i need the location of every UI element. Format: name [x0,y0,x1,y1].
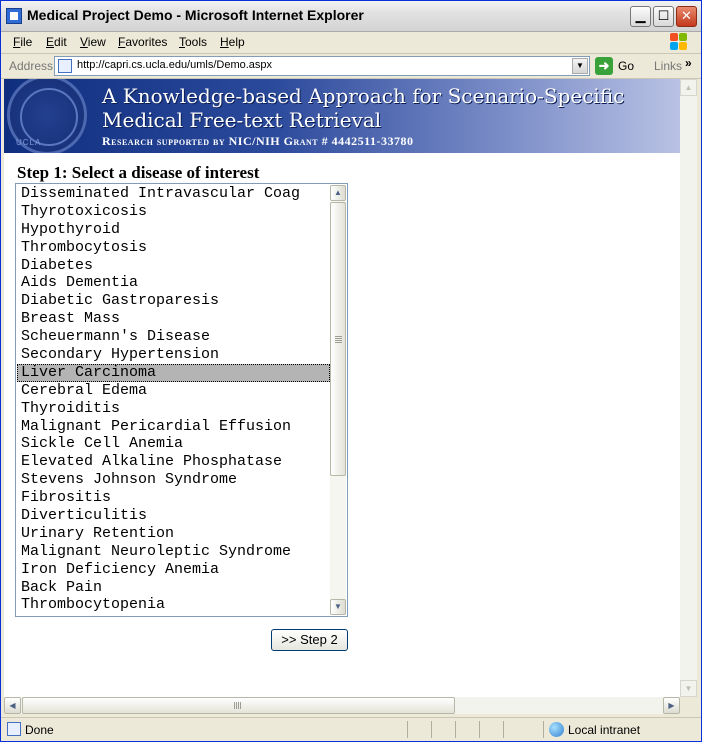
chevron-down-icon: ▼ [684,684,693,693]
status-divider [407,721,408,738]
address-input[interactable]: http://capri.cs.ucla.edu/umls/Demo.aspx … [54,56,590,76]
minimize-icon: ▁ [635,9,646,24]
disease-listbox[interactable]: Disseminated Intravascular Coag Thyrotoxi… [15,183,348,617]
window-title: Medical Project Demo - Microsoft Interne… [27,7,364,23]
title-bar: Medical Project Demo - Microsoft Interne… [1,1,701,32]
horizontal-scroll-thumb[interactable] [22,697,455,714]
disease-option[interactable]: Thrombocytopenia [17,596,330,614]
disease-option[interactable]: Disseminated Intravascular Coag [17,185,330,203]
close-button[interactable]: ✕ [676,6,697,27]
disease-option[interactable]: Diverticulitis [17,507,330,525]
banner-title-line2: Medical Free-text Retrieval [102,108,382,132]
security-zone: Local intranet [568,723,641,737]
disease-option[interactable]: Scheuermann's Disease [17,328,330,346]
menu-bar: File Edit View Favorites Tools Help [1,31,701,54]
disease-option[interactable]: Thyroiditis [17,400,330,418]
status-divider [479,721,480,738]
disease-option[interactable]: Malignant Pericardial Effusion [17,418,330,436]
page-scroll-down-button[interactable]: ▼ [680,680,697,697]
chevron-up-icon: ▲ [334,188,342,197]
grip-icon [234,702,242,709]
banner-title-line1: A Knowledge-based Approach for Scenario-… [102,84,625,108]
header-banner: UCLA A Knowledge-based Approach for Scen… [4,79,680,153]
go-arrow-icon: ➜ [595,57,613,75]
page-scroll-right-button[interactable]: ▶ [663,697,680,714]
disease-option[interactable]: Secondary Hypertension [17,346,330,364]
disease-options: Disseminated Intravascular Coag Thyrotoxi… [17,185,330,614]
windows-logo-icon [669,32,689,52]
menu-file[interactable]: File [13,35,32,49]
disease-option[interactable]: Liver Carcinoma [17,363,330,382]
grip-icon [335,336,342,344]
address-label: Address [9,59,54,73]
listbox-scroll-thumb[interactable] [330,202,346,476]
menu-edit[interactable]: Edit [46,35,67,49]
links-chevron-icon[interactable]: » [685,56,692,70]
scrollbar-corner [680,697,697,714]
listbox-scrollbar[interactable]: ▲ ▼ [330,185,346,615]
status-bar: Done Local intranet [1,717,701,742]
disease-option[interactable]: Fibrositis [17,489,330,507]
page-done-icon [7,722,21,736]
menu-favorites[interactable]: Favorites [118,35,167,49]
page-content: UCLA A Knowledge-based Approach for Scen… [4,79,680,697]
disease-option[interactable]: Breast Mass [17,310,330,328]
menu-help[interactable]: Help [220,35,245,49]
status-divider [431,721,432,738]
globe-icon [549,722,564,737]
chevron-down-icon: ▼ [334,602,342,611]
disease-option[interactable]: Stevens Johnson Syndrome [17,471,330,489]
address-url: http://capri.cs.ucla.edu/umls/Demo.aspx [77,59,273,71]
seal-text: UCLA [16,138,42,147]
step2-button[interactable]: >> Step 2 [271,629,348,651]
page-icon [58,59,72,73]
disease-option[interactable]: Urinary Retention [17,525,330,543]
disease-option[interactable]: Diabetes [17,257,330,275]
page-scroll-up-button[interactable]: ▲ [680,79,697,96]
banner-subtitle: Research supported by NIC/NIH Grant # 44… [102,134,414,148]
close-icon: ✕ [681,9,692,24]
status-text: Done [25,723,54,737]
disease-option[interactable]: Thrombocytosis [17,239,330,257]
ie-page-icon [6,8,22,24]
page-horizontal-scrollbar[interactable]: ◀ ▶ [4,697,680,714]
status-divider [503,721,504,738]
go-label: Go [618,59,635,73]
chevron-down-icon: ▼ [576,61,584,70]
step1-heading: Step 1: Select a disease of interest [17,163,260,182]
ucla-seal-logo: UCLA [7,79,87,153]
listbox-scroll-down-button[interactable]: ▼ [330,599,346,615]
disease-option[interactable]: Thyrotoxicosis [17,203,330,221]
address-dropdown-button[interactable]: ▼ [572,58,588,74]
status-divider [543,721,544,738]
disease-option[interactable]: Elevated Alkaline Phosphatase [17,453,330,471]
chevron-left-icon: ◀ [9,701,16,710]
disease-option[interactable]: Iron Deficiency Anemia [17,561,330,579]
disease-option[interactable]: Sickle Cell Anemia [17,435,330,453]
disease-option[interactable]: Diabetic Gastroparesis [17,292,330,310]
links-toolbar[interactable]: Links [654,59,682,73]
page-vertical-scrollbar[interactable]: ▲ ▼ [680,79,697,697]
maximize-button[interactable]: ☐ [653,6,674,27]
status-divider [455,721,456,738]
disease-option[interactable]: Back Pain [17,579,330,597]
chevron-up-icon: ▲ [684,83,693,92]
disease-option[interactable]: Cerebral Edema [17,382,330,400]
menu-tools[interactable]: Tools [179,35,207,49]
maximize-icon: ☐ [657,9,670,24]
disease-option[interactable]: Aids Dementia [17,274,330,292]
menu-view[interactable]: View [80,35,106,49]
browser-window: Medical Project Demo - Microsoft Interne… [0,0,702,742]
chevron-right-icon: ▶ [668,701,675,710]
disease-option[interactable]: Hypothyroid [17,221,330,239]
address-bar: Address http://capri.cs.ucla.edu/umls/De… [1,54,701,79]
minimize-button[interactable]: ▁ [630,6,651,27]
listbox-scroll-up-button[interactable]: ▲ [330,185,346,201]
disease-option[interactable]: Malignant Neuroleptic Syndrome [17,543,330,561]
page-scroll-left-button[interactable]: ◀ [4,697,21,714]
